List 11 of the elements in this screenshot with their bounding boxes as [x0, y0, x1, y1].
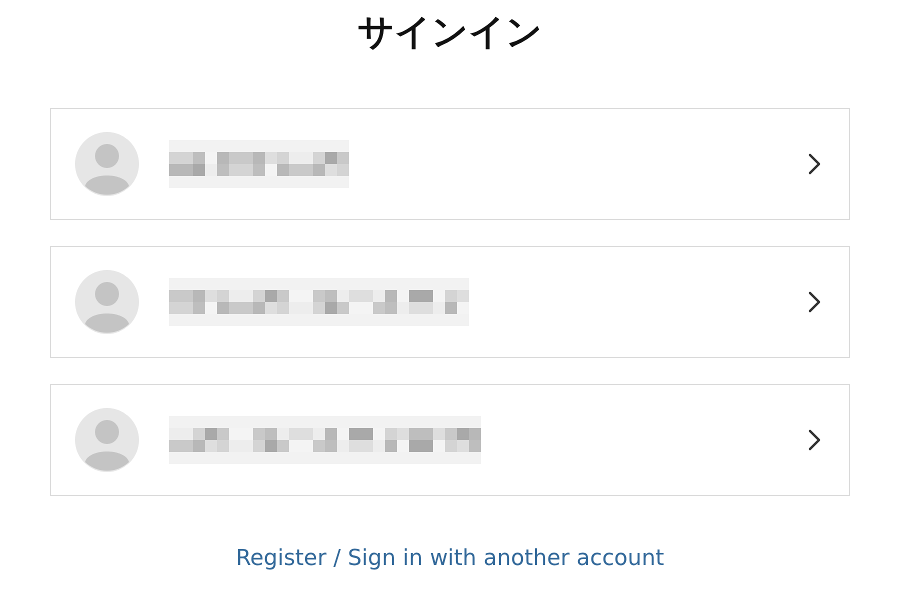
page-title: サインイン — [358, 11, 542, 55]
chevron-right-icon — [807, 291, 821, 313]
account-card[interactable] — [50, 246, 850, 358]
avatar-icon — [75, 408, 139, 472]
account-card[interactable] — [50, 108, 850, 220]
account-card[interactable] — [50, 384, 850, 496]
chevron-right-icon — [807, 153, 821, 175]
avatar-icon — [75, 132, 139, 196]
avatar-icon — [75, 270, 139, 334]
chevron-right-icon — [807, 429, 821, 451]
register-link[interactable]: Register / Sign in with another account — [236, 546, 664, 571]
